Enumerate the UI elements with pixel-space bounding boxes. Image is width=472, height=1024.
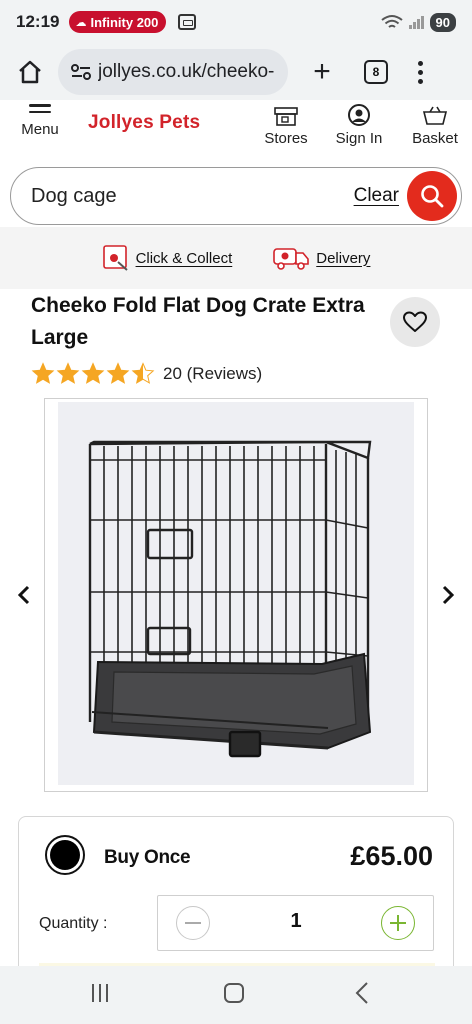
tab-switcher-button[interactable]: 8 — [364, 60, 388, 84]
back-icon[interactable] — [355, 981, 369, 1005]
sign-in-label: Sign In — [335, 130, 383, 147]
click-collect-label: Click & Collect — [135, 249, 233, 267]
star-rating — [31, 362, 155, 386]
address-bar[interactable]: jollyes.co.uk/cheeko- — [58, 49, 288, 95]
next-image-button[interactable] — [438, 582, 458, 608]
delivery-label: Delivery — [316, 249, 371, 267]
search-icon — [421, 185, 444, 208]
quantity-value[interactable]: 1 — [276, 910, 316, 933]
basket-label: Basket — [412, 130, 458, 147]
site-header: Menu Jollyes Pets Stores Sign In Basket — [0, 100, 472, 156]
star-icon — [56, 362, 80, 384]
search-input[interactable]: Dog cage — [31, 185, 117, 208]
user-icon — [348, 104, 370, 126]
wishlist-button[interactable] — [390, 297, 440, 347]
chevron-left-icon — [18, 585, 30, 605]
chevron-right-icon — [442, 585, 454, 605]
product-title: Cheeko Fold Flat Dog Crate Extra Large — [31, 294, 365, 349]
decrease-quantity-button[interactable] — [176, 906, 210, 940]
click-collect-link[interactable]: Click & Collect — [102, 244, 233, 272]
home-icon — [19, 60, 41, 84]
menu-button[interactable]: Menu — [16, 104, 64, 138]
screenshot-icon — [178, 14, 197, 30]
star-icon — [106, 362, 130, 384]
product-image[interactable] — [58, 402, 414, 785]
home-button[interactable] — [12, 54, 48, 90]
increase-quantity-button[interactable] — [381, 906, 415, 940]
home-nav-button[interactable] — [224, 983, 244, 1003]
delivery-link[interactable]: Delivery — [272, 245, 370, 271]
review-count[interactable]: 20 (Reviews) — [163, 364, 262, 384]
click-collect-icon — [102, 245, 128, 271]
hamburger-icon — [29, 104, 51, 113]
fulfilment-strip: Click & Collect Delivery — [0, 227, 472, 289]
status-bar: 12:19 ☁ Infinity 200 90 — [0, 0, 472, 44]
stores-button[interactable]: Stores — [258, 104, 314, 147]
search-bar[interactable]: Dog cage Clear — [10, 167, 462, 225]
star-icon — [131, 362, 155, 384]
call-wave-icon: ☁ — [75, 16, 87, 29]
heart-icon — [403, 311, 427, 332]
recent-apps-button[interactable] — [92, 984, 108, 1002]
buy-once-label: Buy Once — [104, 847, 191, 868]
product-price: £65.00 — [350, 841, 433, 871]
search-button[interactable] — [407, 171, 457, 221]
star-icon — [31, 362, 55, 384]
buy-once-radio[interactable] — [45, 835, 85, 875]
carrier-pill-label: Infinity 200 — [90, 14, 159, 30]
site-logo[interactable]: Jollyes Pets — [88, 112, 200, 134]
basket-icon — [422, 106, 448, 125]
stores-label: Stores — [264, 130, 308, 147]
carrier-pill: ☁ Infinity 200 — [69, 11, 167, 33]
clear-search-button[interactable]: Clear — [354, 185, 399, 207]
quantity-stepper: 1 — [157, 895, 434, 951]
menu-label: Menu — [21, 121, 59, 138]
previous-image-button[interactable] — [14, 582, 34, 608]
quantity-label: Quantity : — [39, 915, 108, 932]
new-tab-button[interactable]: + — [308, 57, 336, 87]
browser-toolbar: jollyes.co.uk/cheeko- + 8 — [0, 44, 472, 100]
wifi-icon — [380, 15, 403, 28]
sign-in-button[interactable]: Sign In — [330, 104, 388, 147]
store-icon — [274, 107, 298, 126]
basket-button[interactable]: Basket — [406, 104, 464, 147]
status-time: 12:19 — [16, 12, 60, 31]
star-icon — [81, 362, 105, 384]
product-rating[interactable]: 20 (Reviews) — [31, 362, 262, 386]
product-image-frame — [44, 398, 428, 792]
dog-crate-image — [88, 440, 372, 758]
signal-icon — [408, 15, 424, 29]
battery-indicator: 90 — [429, 12, 456, 32]
site-settings-icon[interactable] — [70, 63, 92, 81]
system-nav-bar — [0, 966, 472, 1024]
delivery-van-icon — [273, 248, 310, 270]
browser-menu-button[interactable] — [418, 60, 423, 84]
url-text: jollyes.co.uk/cheeko- — [98, 61, 275, 82]
